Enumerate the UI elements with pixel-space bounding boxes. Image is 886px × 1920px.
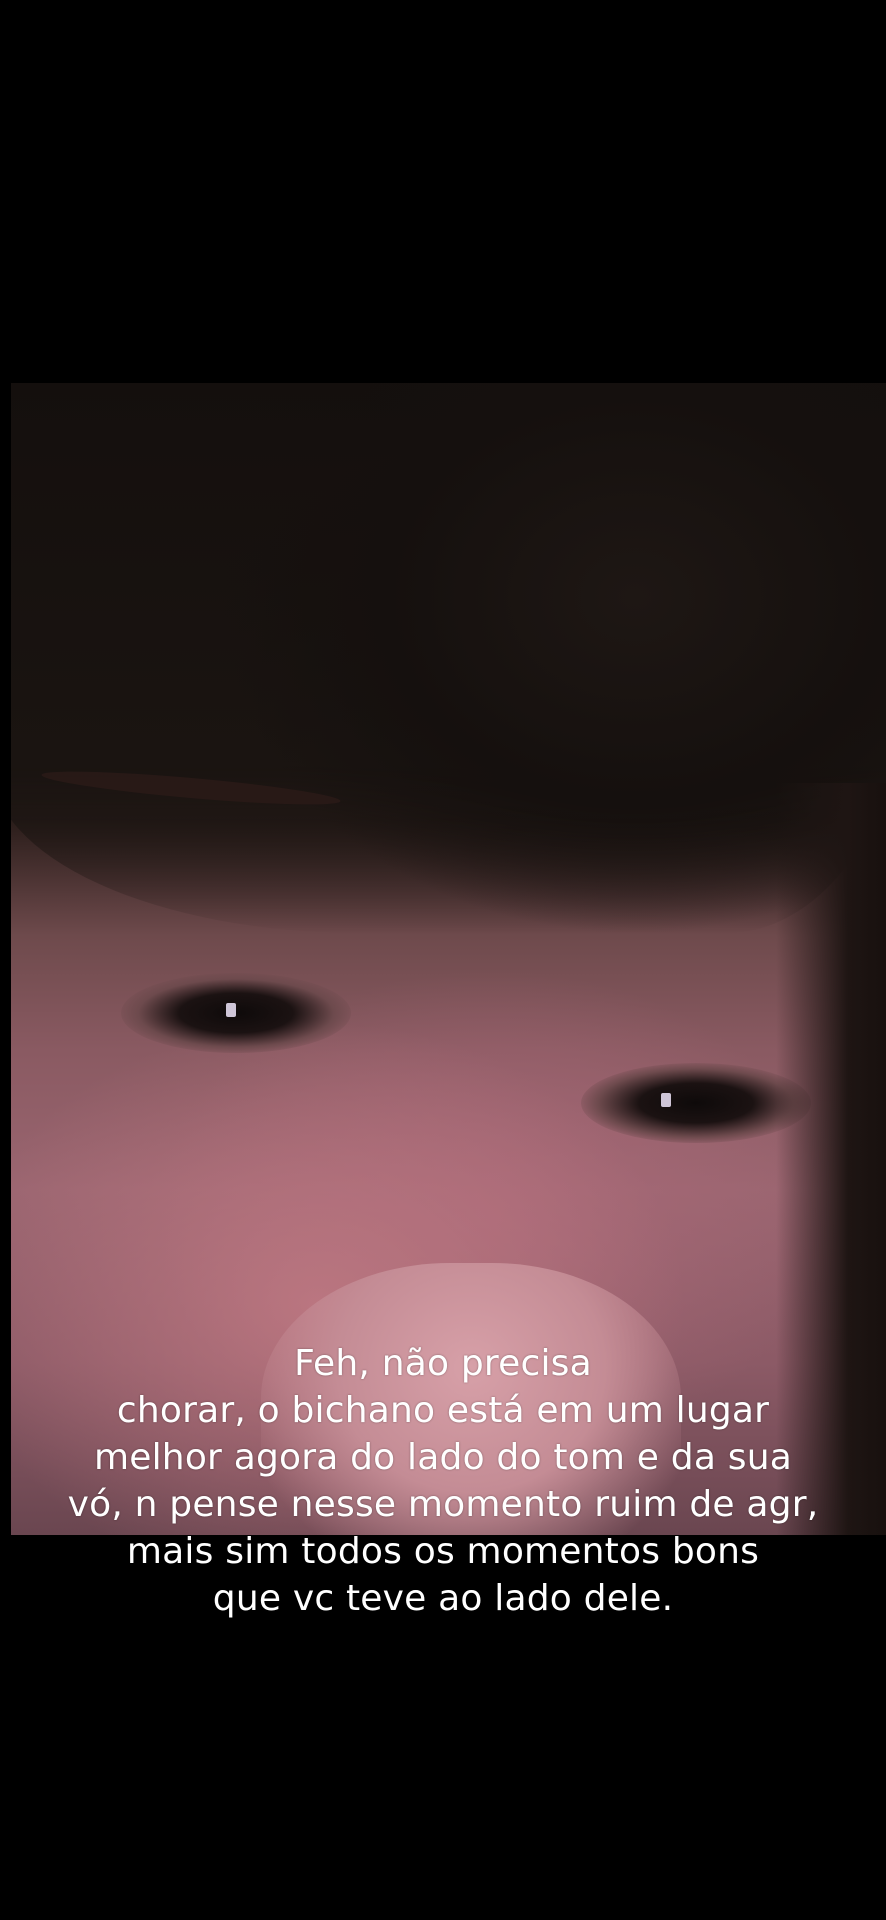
eye-glint	[226, 1003, 236, 1017]
eye-glint	[661, 1093, 671, 1107]
hair-shape	[11, 383, 886, 933]
caption-line-4: vó, n pense nesse momento ruim de agr,	[67, 1484, 819, 1525]
caption-text: Feh, não precisa chorar, o bichano está …	[0, 1340, 886, 1622]
caption-line-1: Feh, não precisa	[294, 1343, 592, 1384]
story-screen: Feh, não precisa chorar, o bichano está …	[0, 0, 886, 1920]
caption-line-3: melhor agora do lado do tom e da sua	[93, 1437, 792, 1478]
left-eye-shape	[121, 973, 351, 1053]
caption-line-6: que vc teve ao lado dele.	[212, 1578, 674, 1619]
caption-line-2: chorar, o bichano está em um lugar	[116, 1390, 770, 1431]
caption-line-5: mais sim todos os momentos bons	[126, 1531, 760, 1572]
